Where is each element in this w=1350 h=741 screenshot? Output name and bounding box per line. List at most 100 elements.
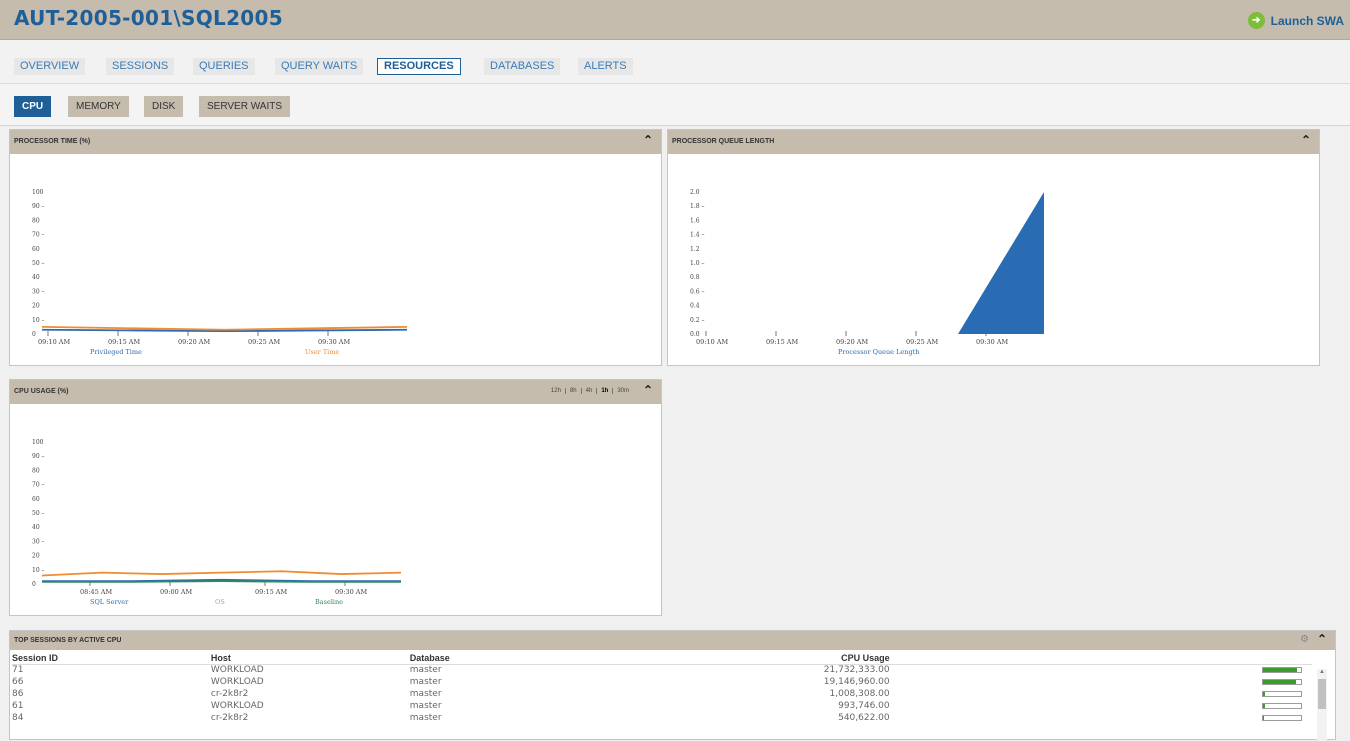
table-row[interactable]: 61 WORKLOAD master 993,746.00 [12,700,1312,712]
processor-time-panel: PROCESSOR TIME (%) ⌃ 100 90 – 80 70 – 60 50 –… [9,129,662,366]
subtab-cpu[interactable]: CPU [14,96,52,117]
collapse-icon[interactable]: ⌃ [1301,133,1311,147]
cell-usage-bar [892,688,1312,700]
cell-database: master [409,701,442,711]
collapse-icon[interactable]: ⌃ [1317,632,1327,646]
subtab-server-waits[interactable]: SERVER WAITS [199,96,291,117]
table-row[interactable]: 71 WORKLOAD master 21,732,333.00 [12,664,1312,676]
subtab-disk[interactable]: DISK [144,96,184,117]
y-tick-label: 20 [32,303,40,310]
col-database[interactable]: Database [409,652,610,665]
launch-icon: ➔ [1247,12,1265,29]
y-tick-label: 0.8 [690,274,700,281]
range-1h[interactable]: 1h [597,388,614,394]
col-bar [891,652,1312,665]
x-tick-label: 09:25 AM [248,338,280,346]
legend-label: SQL Server [90,598,129,606]
range-30m[interactable]: 30m [613,388,633,394]
x-tick-label: 09:20 AM [836,338,868,346]
panel-title: PROCESSOR QUEUE LENGTH [672,138,775,145]
launch-swa-button[interactable]: ➔ Launch SWA [1247,12,1344,29]
cell-host: cr-2k8r2 [210,713,249,723]
scroll-up-icon[interactable]: ▲ [1317,669,1327,675]
cell-usage-bar [892,676,1312,688]
queue-length-chart: 2.0 1.8 – 1.6 1.4 – 1.2 1.0 – 0.8 0.6 – 0.4 0.2 –… [690,189,1044,356]
table-row[interactable]: 66 WORKLOAD master 19,146,960.00 [12,676,1312,688]
range-12h[interactable]: 12h [547,388,566,394]
y-tick-label: 0.0 [690,331,700,338]
cell-session-id: 84 [12,713,24,723]
x-tick-label: 09:10 AM [38,338,70,346]
tab-overview[interactable]: OVERVIEW [14,58,86,75]
tab-sessions[interactable]: SESSIONS [106,58,175,75]
range-8h[interactable]: 8h [566,388,582,394]
x-tick-label: 09:30 AM [976,338,1008,346]
usage-bar [1261,702,1302,709]
y-tick-label: 50 – [32,510,45,517]
collapse-icon[interactable]: ⌃ [643,133,653,147]
table-header-row: Session ID Host Database CPU Usage [12,652,1312,665]
cell-database: master [409,677,442,687]
tab-alerts[interactable]: ALERTS [578,58,633,75]
legend-label: Baseline [315,598,343,606]
cell-cpu-usage: 21,732,333.00 [823,665,890,676]
legend-label: User Time [305,348,339,356]
col-cpu-usage[interactable]: CPU Usage [609,652,892,665]
launch-swa-label: Launch SWA [1270,13,1344,28]
panel-title: CPU USAGE (%) [14,388,69,395]
y-tick-label: 40 [32,524,40,531]
y-tick-label: 0.4 [690,303,700,310]
x-tick-label: 09:25 AM [906,338,938,346]
table-row[interactable]: 86 cr-2k8r2 master 1,008,308.00 [12,688,1312,700]
time-range-selector: 12h 8h 4h 1h 30m [547,388,633,394]
cell-session-id: 61 [12,701,24,711]
cell-host: WORKLOAD [210,665,264,676]
usage-bar-fill [1262,667,1297,672]
y-tick-label: 0.2 – [690,317,704,324]
y-tick-label: 10 – [32,567,45,574]
tab-databases[interactable]: DATABASES [484,58,561,75]
scrollbar[interactable]: ▲ [1317,669,1327,741]
range-4h[interactable]: 4h [582,388,598,394]
page-title: AUT-2005-001\SQL2005 [14,6,283,30]
x-tick-label: 09:30 AM [318,338,350,346]
panel-title: TOP SESSIONS BY ACTIVE CPU [14,637,122,644]
cell-session-id: 86 [12,689,24,699]
y-tick-label: 50 – [32,260,45,267]
scroll-thumb[interactable] [1318,679,1326,709]
y-tick-label: 100 [32,439,44,446]
cell-host: WORKLOAD [210,701,264,711]
y-tick-label: 30 – [32,288,45,295]
x-tick-label: 09:00 AM [160,588,192,596]
col-session-id[interactable]: Session ID [12,652,211,665]
cpu-usage-panel: CPU USAGE (%) 12h 8h 4h 1h 30m ⌃ 100 90 –… [9,379,662,616]
y-tick-label: 0.6 – [690,288,704,295]
queue-length-panel: PROCESSOR QUEUE LENGTH ⌃ 2.0 1.8 – 1.6 1.4 … [667,129,1320,366]
tab-resources[interactable]: RESOURCES [377,58,461,75]
x-tick-label: 09:20 AM [178,338,210,346]
x-tick-label: 08:45 AM [80,588,112,596]
usage-bar [1261,678,1302,685]
y-tick-label: 70 – [32,232,45,239]
collapse-icon[interactable]: ⌃ [643,383,653,397]
subtab-memory[interactable]: MEMORY [68,96,129,117]
cell-usage-bar [892,700,1312,712]
y-tick-label: 0 [32,581,36,588]
tab-query-waits[interactable]: QUERY WAITS [275,58,364,75]
usage-bar [1261,666,1302,673]
usage-bar [1261,714,1302,721]
gear-icon[interactable]: ⚙ [1300,634,1309,645]
y-tick-label: 10 – [32,317,45,324]
y-tick-label: 60 [32,246,40,253]
panel-header: TOP SESSIONS BY ACTIVE CPU ⚙ ⌃ [10,631,1335,650]
y-tick-label: 1.6 [690,217,700,224]
usage-bar-fill [1262,691,1265,696]
cell-database: master [409,713,442,723]
tab-queries[interactable]: QUERIES [193,58,255,75]
panel-header: PROCESSOR TIME (%) ⌃ [10,130,661,154]
col-host[interactable]: Host [210,652,410,665]
y-tick-label: 0 [32,331,36,338]
cpu-usage-chart: 100 90 – 80 70 – 60 50 – 40 30 – 20 10 – 0 08:45 AM… [32,439,402,606]
table-row[interactable]: 84 cr-2k8r2 master 540,622.00 [12,712,1312,724]
y-tick-label: 100 [32,189,44,196]
